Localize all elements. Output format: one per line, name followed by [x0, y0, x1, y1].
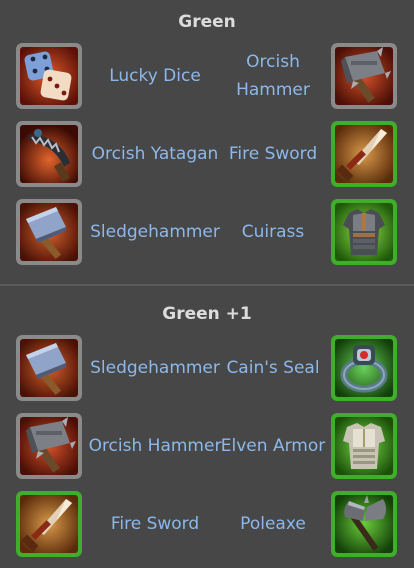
elven-armor-icon[interactable] [331, 413, 397, 479]
item-row: Orcish Hammer Elven Armor [0, 413, 414, 479]
orcish-hammer-icon[interactable] [331, 43, 397, 109]
item-name[interactable]: Cuirass [220, 199, 326, 265]
item-row: Sledgehammer Cain's Seal [0, 335, 414, 401]
item-name[interactable]: Sledgehammer [86, 199, 224, 265]
item-row: Lucky Dice Orcish Hammer [0, 43, 414, 109]
item-row: Sledgehammer Cuirass [0, 199, 414, 265]
item-name[interactable]: Fire Sword [86, 491, 224, 557]
section-green: Green Lucky Dice Orcish Hammer Orcish Ya… [0, 0, 414, 284]
poleaxe-icon[interactable] [331, 491, 397, 557]
cains-seal-icon[interactable] [331, 335, 397, 401]
orcish-yatagan-icon[interactable] [16, 121, 82, 187]
section-title: Green [178, 12, 236, 32]
sledgehammer-icon[interactable] [16, 335, 82, 401]
lucky-dice-icon[interactable] [16, 43, 82, 109]
section-green-plus-1: Green +1 Sledgehammer Cain's Seal Orcish… [0, 286, 414, 568]
item-name[interactable]: Orcish Hammer [220, 43, 326, 109]
item-name[interactable]: Fire Sword [220, 121, 326, 187]
item-row: Orcish Yatagan Fire Sword [0, 121, 414, 187]
item-name[interactable]: Sledgehammer [86, 335, 224, 401]
item-name[interactable]: Orcish Yatagan [86, 121, 224, 187]
sledgehammer-icon[interactable] [16, 199, 82, 265]
item-row: Fire Sword Poleaxe [0, 491, 414, 557]
item-name[interactable]: Cain's Seal [220, 335, 326, 401]
fire-sword-icon[interactable] [331, 121, 397, 187]
section-title: Green +1 [162, 304, 252, 324]
item-name[interactable]: Orcish Hammer [86, 413, 224, 479]
item-name[interactable]: Elven Armor [220, 413, 326, 479]
item-name[interactable]: Lucky Dice [86, 43, 224, 109]
fire-sword-icon[interactable] [16, 491, 82, 557]
orcish-hammer-icon[interactable] [16, 413, 82, 479]
item-name[interactable]: Poleaxe [220, 491, 326, 557]
cuirass-icon[interactable] [331, 199, 397, 265]
